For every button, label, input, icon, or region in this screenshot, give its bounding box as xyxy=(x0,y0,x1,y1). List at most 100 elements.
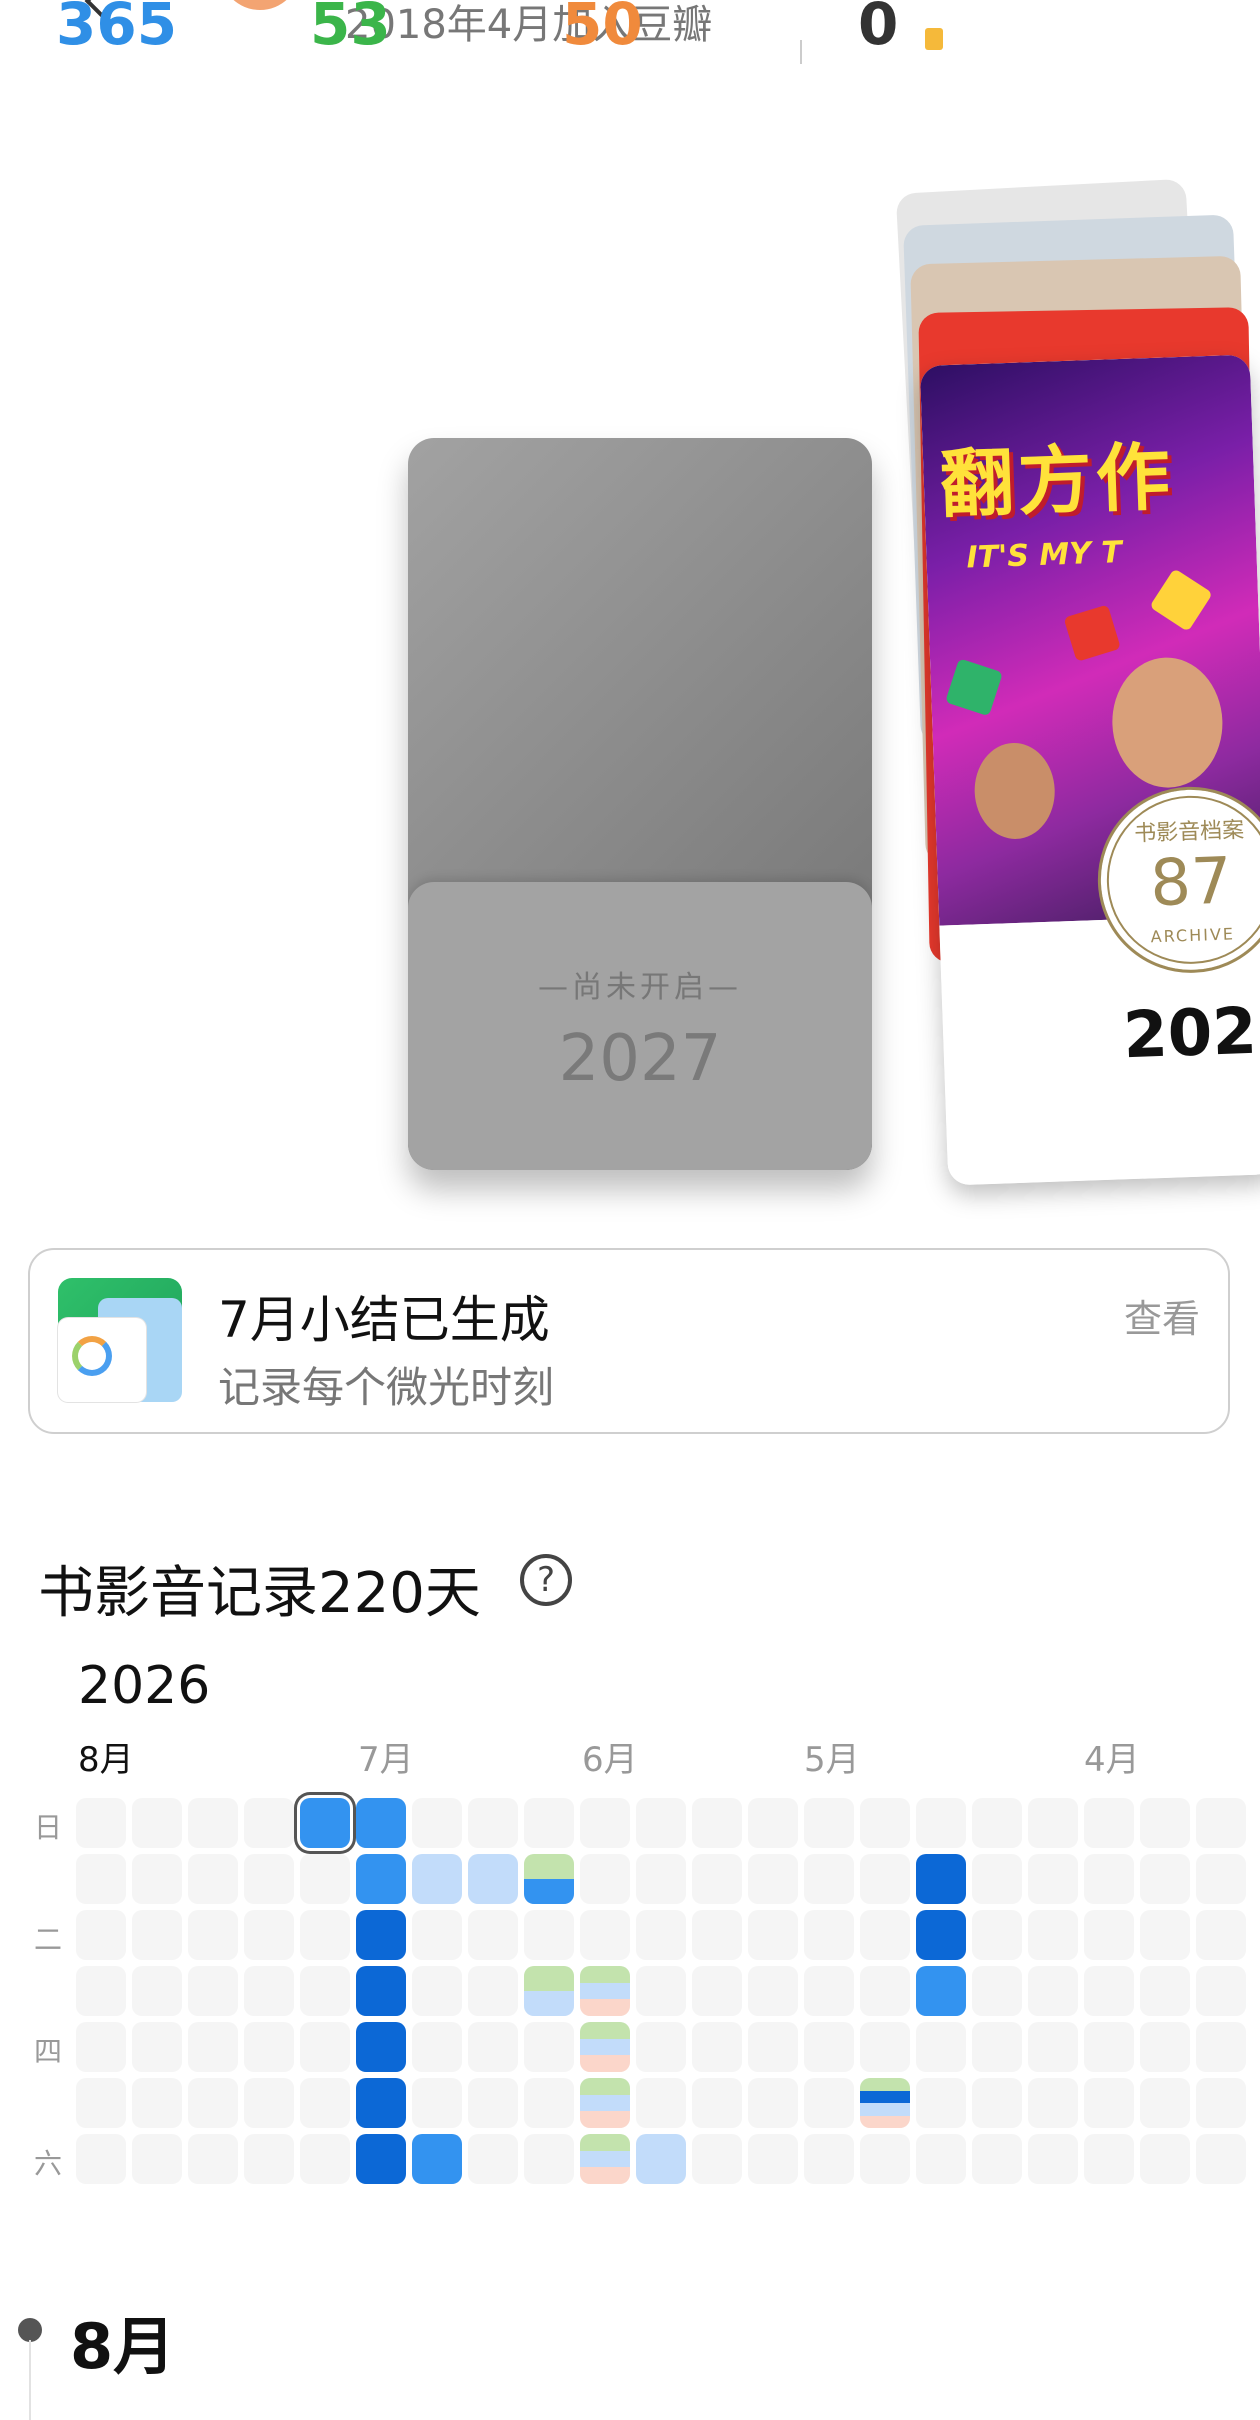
heatmap-day-cell[interactable] xyxy=(748,2078,798,2128)
heatmap-day-cell[interactable] xyxy=(1028,2134,1078,2184)
heatmap-day-cell[interactable] xyxy=(300,1910,350,1960)
heatmap-day-cell-active[interactable] xyxy=(916,1910,966,1960)
heatmap-day-cell[interactable] xyxy=(1196,1798,1246,1848)
heatmap-day-cell[interactable] xyxy=(188,1910,238,1960)
heatmap-day-cell[interactable] xyxy=(580,1910,630,1960)
heatmap-day-cell[interactable] xyxy=(972,1854,1022,1904)
heatmap-day-cell[interactable] xyxy=(1028,1966,1078,2016)
heatmap-day-cell[interactable] xyxy=(300,1854,350,1904)
archive-card-2026[interactable]: 翻方作 IT'S MY T 书影音档案 87 ARCHIVE 2026 xyxy=(919,354,1260,1186)
heatmap-day-cell[interactable] xyxy=(860,1798,910,1848)
heatmap-day-cell[interactable] xyxy=(1084,1798,1134,1848)
heatmap-day-cell[interactable] xyxy=(188,1798,238,1848)
heatmap-day-cell[interactable] xyxy=(1196,1966,1246,2016)
heatmap-day-cell[interactable] xyxy=(132,2134,182,2184)
heatmap-day-cell[interactable] xyxy=(748,1966,798,2016)
heatmap-day-cell[interactable] xyxy=(692,2022,742,2072)
monthly-summary-banner[interactable]: 7月小结已生成 记录每个微光时刻 查看 xyxy=(28,1248,1230,1434)
heatmap-day-cell[interactable] xyxy=(916,1798,966,1848)
heatmap-day-cell[interactable] xyxy=(468,1966,518,2016)
heatmap-day-cell[interactable] xyxy=(412,1910,462,1960)
heatmap-day-cell[interactable] xyxy=(300,2022,350,2072)
heatmap-day-cell[interactable] xyxy=(244,2134,294,2184)
heatmap-day-cell[interactable] xyxy=(1140,2134,1190,2184)
heatmap-day-cell-active[interactable] xyxy=(412,1854,462,1904)
heatmap-day-cell-active[interactable] xyxy=(916,1966,966,2016)
heatmap-day-cell[interactable] xyxy=(468,2022,518,2072)
heatmap-day-cell[interactable] xyxy=(1028,2022,1078,2072)
heatmap-day-cell[interactable] xyxy=(244,1910,294,1960)
heatmap-day-cell[interactable] xyxy=(1196,2022,1246,2072)
heatmap-day-cell[interactable] xyxy=(76,2078,126,2128)
heatmap-day-cell[interactable] xyxy=(860,1910,910,1960)
heatmap-day-cell[interactable] xyxy=(1140,2022,1190,2072)
heatmap-day-cell[interactable] xyxy=(1084,1910,1134,1960)
heatmap-day-cell[interactable] xyxy=(132,2078,182,2128)
heatmap-day-cell[interactable] xyxy=(1196,2078,1246,2128)
heatmap-day-cell[interactable] xyxy=(636,1854,686,1904)
heatmap-day-cell[interactable] xyxy=(804,1798,854,1848)
heatmap-day-cell-active[interactable] xyxy=(356,2078,406,2128)
heatmap-day-cell[interactable] xyxy=(748,1798,798,1848)
heatmap-day-cell[interactable] xyxy=(748,1910,798,1960)
heatmap-day-cell[interactable] xyxy=(1196,1854,1246,1904)
heatmap-day-cell[interactable] xyxy=(132,1910,182,1960)
heatmap-day-cell[interactable] xyxy=(1028,1798,1078,1848)
heatmap-day-cell[interactable] xyxy=(748,1854,798,1904)
heatmap-day-cell-active[interactable] xyxy=(524,1966,574,2016)
heatmap-day-cell[interactable] xyxy=(468,1798,518,1848)
heatmap-day-cell[interactable] xyxy=(748,2022,798,2072)
heatmap-day-cell[interactable] xyxy=(244,1966,294,2016)
heatmap-day-cell[interactable] xyxy=(412,2078,462,2128)
archive-card-2027[interactable]: —尚未开启— 2027 xyxy=(408,438,872,1170)
heatmap-day-cell[interactable] xyxy=(692,1854,742,1904)
heatmap-day-cell[interactable] xyxy=(1084,2078,1134,2128)
heatmap-day-cell[interactable] xyxy=(76,1854,126,1904)
heatmap-day-cell[interactable] xyxy=(804,2078,854,2128)
heatmap-day-cell-active[interactable] xyxy=(860,2078,910,2128)
heatmap-day-cell[interactable] xyxy=(860,1966,910,2016)
heatmap-day-cell[interactable] xyxy=(636,2022,686,2072)
heatmap-day-cell[interactable] xyxy=(1084,1966,1134,2016)
heatmap-day-cell[interactable] xyxy=(580,1798,630,1848)
heatmap-day-cell[interactable] xyxy=(972,1910,1022,1960)
heatmap-day-cell[interactable] xyxy=(580,1854,630,1904)
heatmap-day-cell[interactable] xyxy=(1028,1854,1078,1904)
heatmap-day-cell[interactable] xyxy=(692,2134,742,2184)
heatmap-day-cell[interactable] xyxy=(1084,1854,1134,1904)
heatmap-day-cell-active[interactable] xyxy=(636,2134,686,2184)
heatmap-day-cell[interactable] xyxy=(1196,2134,1246,2184)
heatmap-day-cell-active[interactable] xyxy=(412,2134,462,2184)
heatmap-day-cell[interactable] xyxy=(748,2134,798,2184)
heatmap-day-cell[interactable] xyxy=(972,1966,1022,2016)
heatmap-day-cell[interactable] xyxy=(804,1910,854,1960)
heatmap-day-cell[interactable] xyxy=(1140,1966,1190,2016)
heatmap-day-cell[interactable] xyxy=(860,2022,910,2072)
heatmap-day-cell[interactable] xyxy=(860,2134,910,2184)
heatmap-day-cell[interactable] xyxy=(188,2022,238,2072)
heatmap-day-cell[interactable] xyxy=(804,1854,854,1904)
heatmap-day-cell[interactable] xyxy=(1140,2078,1190,2128)
heatmap-day-cell[interactable] xyxy=(692,1910,742,1960)
heatmap-day-cell[interactable] xyxy=(1028,2078,1078,2128)
heatmap-day-cell[interactable] xyxy=(412,1798,462,1848)
heatmap-day-cell[interactable] xyxy=(76,2022,126,2072)
heatmap-day-cell[interactable] xyxy=(300,2078,350,2128)
heatmap-day-cell-active[interactable] xyxy=(580,2078,630,2128)
heatmap-day-cell[interactable] xyxy=(916,2022,966,2072)
heatmap-day-cell[interactable] xyxy=(692,2078,742,2128)
help-icon[interactable]: ? xyxy=(520,1554,572,1606)
heatmap-day-cell-active[interactable] xyxy=(580,2022,630,2072)
heatmap-day-cell[interactable] xyxy=(1140,1854,1190,1904)
stat-count-music[interactable]: 50 xyxy=(562,0,643,58)
heatmap-day-cell-active[interactable] xyxy=(580,1966,630,2016)
heatmap-day-cell-active[interactable] xyxy=(356,2134,406,2184)
heatmap-day-cell[interactable] xyxy=(300,1966,350,2016)
heatmap-day-cell-active[interactable] xyxy=(356,1854,406,1904)
heatmap-day-cell[interactable] xyxy=(636,1966,686,2016)
heatmap-day-cell[interactable] xyxy=(636,1798,686,1848)
heatmap-day-cell[interactable] xyxy=(1084,2022,1134,2072)
heatmap-day-cell[interactable] xyxy=(636,2078,686,2128)
heatmap-day-cell-active[interactable] xyxy=(916,1854,966,1904)
stat-count-movies[interactable]: 53 xyxy=(310,0,391,58)
